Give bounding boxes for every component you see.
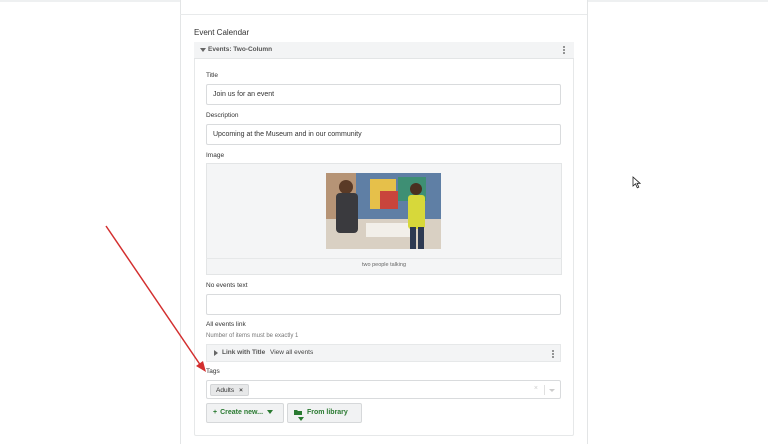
create-new-button[interactable]: + Create new...: [206, 403, 284, 423]
tag-chip-label: Adults: [216, 387, 235, 394]
all-events-link-label: All events link: [206, 321, 246, 328]
tags-separator: [544, 385, 545, 395]
tags-input[interactable]: Adults × ×: [206, 380, 561, 399]
tag-chip-adults: Adults ×: [210, 384, 249, 396]
paragraph-menu-icon[interactable]: [563, 46, 566, 55]
image-thumbnail[interactable]: [326, 173, 441, 249]
all-events-link-hint: Number of items must be exactly 1: [206, 333, 299, 339]
paragraph-type-label: Events: Two-Column: [208, 46, 273, 53]
link-item-menu-icon[interactable]: [552, 350, 555, 359]
panel-top-divider: [180, 14, 587, 15]
image-divider: [206, 258, 562, 259]
mouse-cursor-icon: [632, 176, 641, 189]
tag-remove-icon[interactable]: ×: [239, 387, 243, 394]
chevron-down-icon: [267, 410, 274, 415]
title-label: Title: [206, 72, 219, 79]
chevron-down-icon: [298, 417, 304, 422]
expand-triangle-icon[interactable]: [214, 350, 218, 356]
from-library-label: From library: [306, 409, 348, 416]
no-events-input[interactable]: [206, 294, 561, 315]
tags-label: Tags: [206, 368, 220, 375]
link-item-type: Link with Title: [222, 349, 266, 356]
link-item-value: View all events: [270, 349, 314, 356]
tags-clear-icon[interactable]: ×: [534, 385, 538, 392]
photo-two-people-talking: [326, 173, 441, 249]
collapse-caret-icon[interactable]: [200, 48, 206, 52]
paragraph-header[interactable]: Events: Two-Column: [194, 42, 574, 59]
plus-icon: +: [213, 409, 218, 416]
description-label: Description: [206, 112, 239, 119]
section-title: Event Calendar: [194, 28, 250, 37]
link-item-row[interactable]: Link with Title View all events: [206, 344, 561, 362]
no-events-label: No events text: [206, 282, 248, 289]
from-library-button[interactable]: From library: [287, 403, 362, 423]
title-input[interactable]: Join us for an event: [206, 84, 561, 105]
create-new-label: Create new...: [220, 409, 264, 416]
folder-icon: [294, 409, 304, 416]
image-caption: two people talking: [361, 262, 407, 268]
tags-dropdown-icon[interactable]: [549, 389, 555, 392]
image-label: Image: [206, 152, 225, 159]
description-input[interactable]: Upcoming at the Museum and in our commun…: [206, 124, 561, 145]
